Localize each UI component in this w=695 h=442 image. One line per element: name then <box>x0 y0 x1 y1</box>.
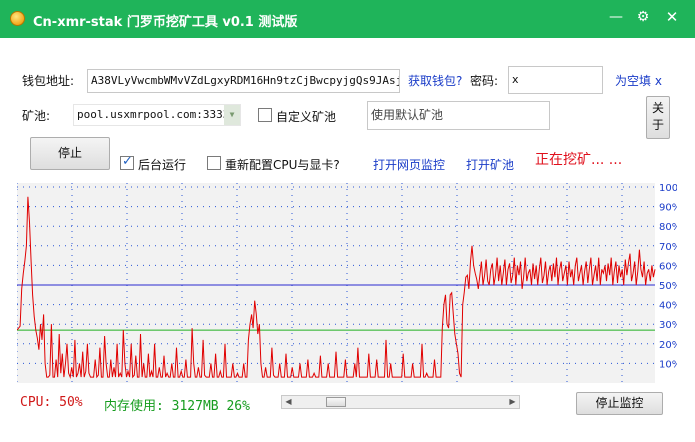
open-web-monitor-link[interactable]: 打开网页监控 <box>373 156 445 173</box>
scroll-left-icon[interactable]: ◀ <box>282 396 295 408</box>
about-button[interactable]: 关 于 <box>646 96 670 139</box>
chart-scrollbar[interactable]: ◀ ▶ <box>281 395 520 409</box>
password-label: 密码: <box>470 74 499 88</box>
background-run-label[interactable]: 后台运行 <box>138 156 186 173</box>
reconfig-checkbox[interactable] <box>207 156 221 170</box>
background-run-checkbox[interactable] <box>120 154 134 170</box>
minimize-button[interactable]: — <box>604 6 628 28</box>
custom-pool-label[interactable]: 自定义矿池 <box>276 108 336 125</box>
wallet-label: 钱包地址: <box>22 74 75 88</box>
chevron-down-icon[interactable]: ▼ <box>224 105 240 125</box>
stop-monitor-button[interactable]: 停止监控 <box>576 392 663 415</box>
title-bar: Cn-xmr-stak 门罗币挖矿工具 v0.1 测试版 — ⚙ ✕ <box>0 0 695 38</box>
wallet-address-input[interactable]: A38VLyVwcmbWMvVZdLgxyRDM16Hn9tzCjBwcpyjg… <box>87 69 400 93</box>
pool-label: 矿池: <box>22 109 51 123</box>
custom-pool-input[interactable]: 使用默认矿池 <box>367 101 550 130</box>
scroll-right-icon[interactable]: ▶ <box>506 396 519 408</box>
y-tick-label: 100% <box>659 183 677 194</box>
empty-fill-hint-link[interactable]: 为空填 x <box>615 72 662 89</box>
cpu-usage-chart: 100% 90% 80% 70% 60% 50% 40% 30% 20% 10% <box>17 183 677 383</box>
mining-status-text: 正在挖矿... ... <box>535 152 623 168</box>
get-wallet-link[interactable]: 获取钱包? <box>408 72 462 89</box>
scrollbar-thumb[interactable] <box>326 397 346 407</box>
y-tick-label: 50% <box>659 281 677 292</box>
pool-select-value: pool.usxmrpool.com:3333 <box>77 108 230 121</box>
close-button[interactable]: ✕ <box>660 6 684 28</box>
reconfig-label[interactable]: 重新配置CPU与显卡? <box>225 156 340 173</box>
pool-select[interactable]: pool.usxmrpool.com:3333 ▼ <box>73 104 241 126</box>
y-tick-label: 80% <box>659 222 677 233</box>
stop-button[interactable]: 停止 <box>30 137 110 170</box>
y-tick-label: 60% <box>659 261 677 272</box>
password-input[interactable]: x <box>508 66 603 94</box>
memory-usage-text: 内存使用: 3127MB 26% <box>104 399 250 414</box>
custom-pool-checkbox[interactable] <box>258 108 272 122</box>
y-tick-label: 10% <box>659 359 677 370</box>
y-tick-label: 40% <box>659 301 677 312</box>
y-tick-label: 30% <box>659 320 677 331</box>
y-tick-label: 70% <box>659 242 677 253</box>
y-tick-label: 90% <box>659 203 677 214</box>
cpu-usage-text: CPU: 50% <box>20 395 83 410</box>
y-tick-label: 20% <box>659 340 677 351</box>
coin-icon <box>10 11 25 26</box>
settings-icon[interactable]: ⚙ <box>631 6 655 28</box>
open-pool-link[interactable]: 打开矿池 <box>466 156 514 173</box>
window-title: Cn-xmr-stak 门罗币挖矿工具 v0.1 测试版 <box>33 15 298 30</box>
